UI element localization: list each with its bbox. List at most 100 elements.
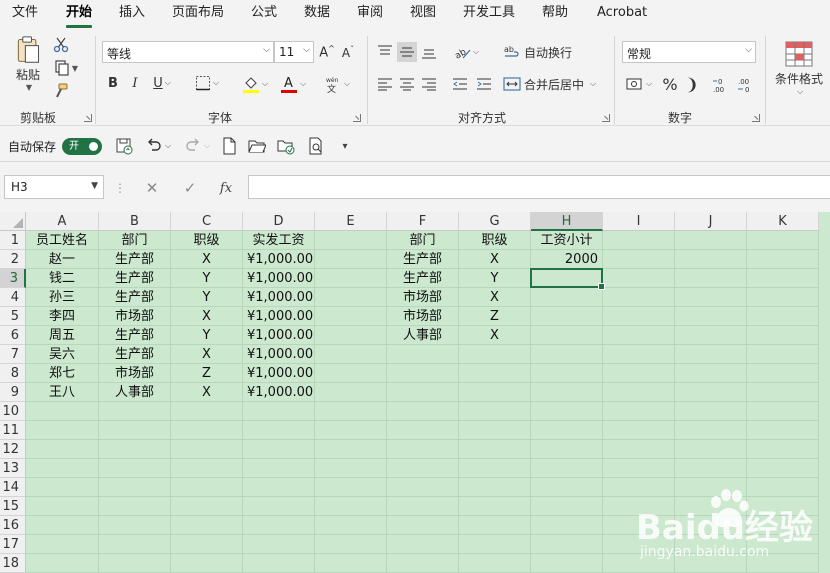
cell-e2[interactable] <box>315 250 387 269</box>
wrap-text-button[interactable]: ab 自动换行 <box>503 42 577 62</box>
cell-h5[interactable] <box>531 307 603 326</box>
print-preview-button[interactable] <box>305 136 327 156</box>
tab-home[interactable]: 开始 <box>66 5 93 28</box>
cell-a5[interactable]: 李四 <box>26 307 99 326</box>
row-header-15[interactable]: 15 <box>0 497 26 516</box>
cell-d18[interactable] <box>243 554 315 573</box>
row-header-6[interactable]: 6 <box>0 326 26 345</box>
cell-d6[interactable]: ¥1,000.00 <box>243 326 315 345</box>
align-middle-button[interactable] <box>397 42 417 62</box>
cell-g4[interactable]: X <box>459 288 531 307</box>
cell-b13[interactable] <box>99 459 171 478</box>
cell-b14[interactable] <box>99 478 171 497</box>
cell-d10[interactable] <box>243 402 315 421</box>
cell-j4[interactable] <box>675 288 747 307</box>
cell-h2[interactable]: 2000 <box>531 250 603 269</box>
align-center-button[interactable] <box>397 74 417 94</box>
cell-j6[interactable] <box>675 326 747 345</box>
increase-font-button[interactable]: A^ <box>318 42 336 62</box>
cell-f9[interactable] <box>387 383 459 402</box>
cancel-formula-button[interactable]: ✕ <box>142 178 162 198</box>
cell-f3[interactable]: 生产部 <box>387 269 459 288</box>
customize-toolbar-button[interactable]: ▾ <box>334 136 356 156</box>
copy-button[interactable]: ▼ <box>50 58 82 78</box>
cell-d15[interactable] <box>243 497 315 516</box>
cell-c15[interactable] <box>171 497 243 516</box>
font-size-select[interactable]: 11 ⌵ <box>274 41 314 63</box>
cell-f16[interactable] <box>387 516 459 535</box>
cell-b1[interactable]: 部门 <box>99 231 171 250</box>
cell-e7[interactable] <box>315 345 387 364</box>
cell-h13[interactable] <box>531 459 603 478</box>
cell-h1[interactable]: 工资小计 <box>531 231 603 250</box>
orientation-button[interactable]: ab ⌵ <box>450 42 482 62</box>
fill-color-button[interactable]: ⌵ <box>238 73 272 95</box>
cell-d2[interactable]: ¥1,000.00 <box>243 250 315 269</box>
cell-i6[interactable] <box>603 326 675 345</box>
row-header-8[interactable]: 8 <box>0 364 26 383</box>
cell-a13[interactable] <box>26 459 99 478</box>
cell-e9[interactable] <box>315 383 387 402</box>
column-header-b[interactable]: B <box>99 212 171 231</box>
cell-b15[interactable] <box>99 497 171 516</box>
cell-a1[interactable]: 员工姓名 <box>26 231 99 250</box>
cell-d11[interactable] <box>243 421 315 440</box>
underline-button[interactable]: U ⌵ <box>148 73 176 93</box>
decrease-decimal-button[interactable]: .00 0 <box>736 74 758 96</box>
cell-d3[interactable]: ¥1,000.00 <box>243 269 315 288</box>
cell-a11[interactable] <box>26 421 99 440</box>
cell-h11[interactable] <box>531 421 603 440</box>
cell-e15[interactable] <box>315 497 387 516</box>
cell-a16[interactable] <box>26 516 99 535</box>
row-header-12[interactable]: 12 <box>0 440 26 459</box>
cell-k2[interactable] <box>747 250 819 269</box>
cell-c14[interactable] <box>171 478 243 497</box>
cell-c6[interactable]: Y <box>171 326 243 345</box>
select-all-button[interactable] <box>0 212 26 231</box>
cell-g13[interactable] <box>459 459 531 478</box>
cell-a10[interactable] <box>26 402 99 421</box>
cell-i4[interactable] <box>603 288 675 307</box>
cell-c12[interactable] <box>171 440 243 459</box>
column-header-k[interactable]: K <box>747 212 819 231</box>
align-right-button[interactable] <box>419 74 439 94</box>
autosave-toggle[interactable]: 开 <box>62 138 102 155</box>
cell-g5[interactable]: Z <box>459 307 531 326</box>
cell-i12[interactable] <box>603 440 675 459</box>
cell-c2[interactable]: X <box>171 250 243 269</box>
cell-f6[interactable]: 人事部 <box>387 326 459 345</box>
cell-f1[interactable]: 部门 <box>387 231 459 250</box>
cell-k10[interactable] <box>747 402 819 421</box>
column-header-f[interactable]: F <box>387 212 459 231</box>
cell-a3[interactable]: 钱二 <box>26 269 99 288</box>
cell-h18[interactable] <box>531 554 603 573</box>
cell-j13[interactable] <box>675 459 747 478</box>
cell-j2[interactable] <box>675 250 747 269</box>
cell-j10[interactable] <box>675 402 747 421</box>
cell-k5[interactable] <box>747 307 819 326</box>
cell-j3[interactable] <box>675 269 747 288</box>
column-header-h[interactable]: H <box>531 212 603 231</box>
cell-h7[interactable] <box>531 345 603 364</box>
cell-g2[interactable]: X <box>459 250 531 269</box>
cell-c1[interactable]: 职级 <box>171 231 243 250</box>
cell-f15[interactable] <box>387 497 459 516</box>
cell-h14[interactable] <box>531 478 603 497</box>
cell-f7[interactable] <box>387 345 459 364</box>
tab-data[interactable]: 数据 <box>304 5 330 25</box>
cell-f11[interactable] <box>387 421 459 440</box>
row-header-3[interactable]: 3 <box>0 269 26 288</box>
cell-h8[interactable] <box>531 364 603 383</box>
tab-review[interactable]: 审阅 <box>357 5 383 25</box>
borders-button[interactable]: ⌵ <box>191 73 223 93</box>
cell-c7[interactable]: X <box>171 345 243 364</box>
cell-e16[interactable] <box>315 516 387 535</box>
row-header-17[interactable]: 17 <box>0 535 26 554</box>
cell-i7[interactable] <box>603 345 675 364</box>
cell-e8[interactable] <box>315 364 387 383</box>
column-header-d[interactable]: D <box>243 212 315 231</box>
tab-file[interactable]: 文件 <box>12 5 38 25</box>
cell-g18[interactable] <box>459 554 531 573</box>
cell-k6[interactable] <box>747 326 819 345</box>
cell-h16[interactable] <box>531 516 603 535</box>
